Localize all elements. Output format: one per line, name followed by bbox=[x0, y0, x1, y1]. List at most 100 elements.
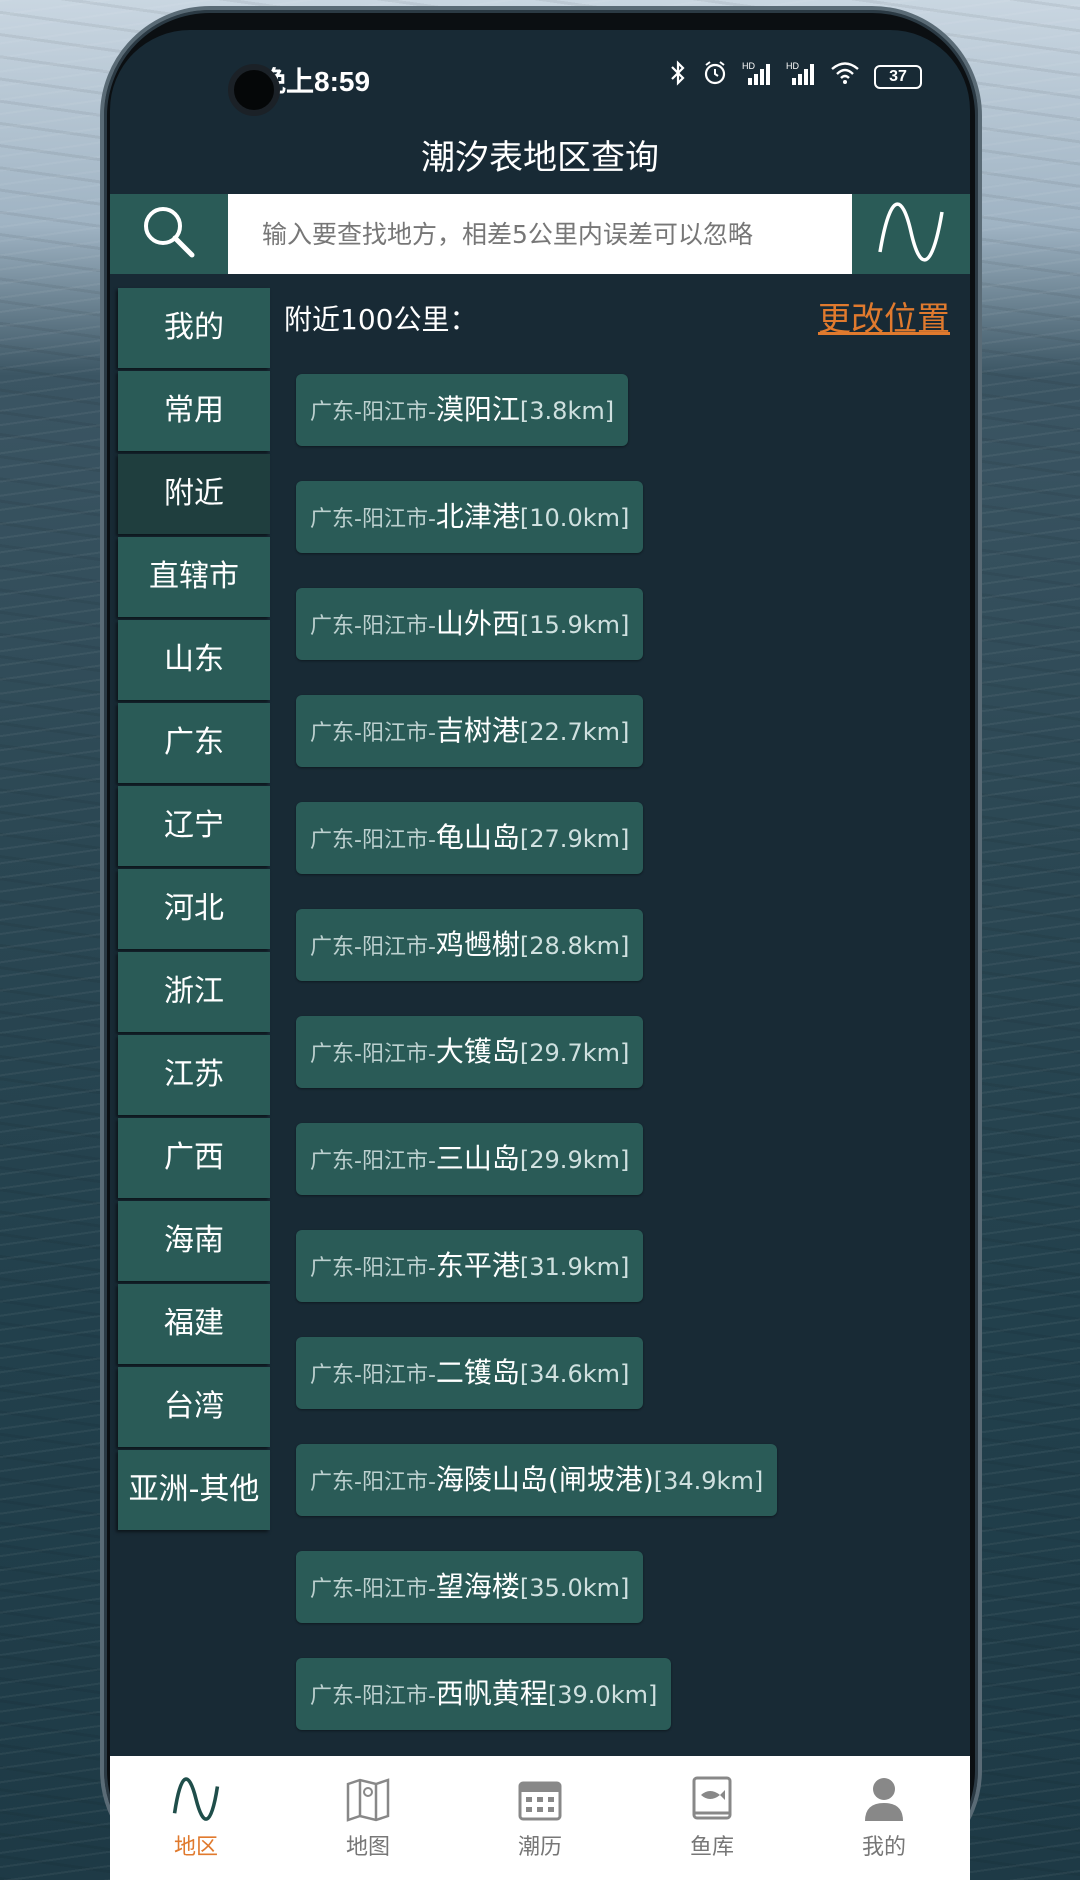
location-prefix: 广东-阳江市- bbox=[310, 721, 436, 746]
location-prefix: 广东-阳江市- bbox=[310, 1149, 436, 1174]
tide-wave-button[interactable] bbox=[852, 194, 970, 274]
location-item[interactable]: 广东-阳江市-鸡乸榭[28.8km] bbox=[296, 909, 644, 981]
search-button[interactable] bbox=[110, 194, 228, 274]
location-name: 鸡乸榭 bbox=[435, 928, 520, 961]
nav-tab-map[interactable]: 地图 bbox=[282, 1756, 454, 1880]
sidebar-item-hebei[interactable]: 河北 bbox=[118, 869, 270, 949]
fish-book-icon bbox=[687, 1775, 737, 1823]
location-distance: [27.9km] bbox=[519, 825, 630, 853]
location-item[interactable]: 广东-阳江市-东平港[31.9km] bbox=[296, 1230, 644, 1302]
location-distance: [39.0km] bbox=[547, 1681, 658, 1709]
sidebar-item-taiwan[interactable]: 台湾 bbox=[118, 1367, 270, 1447]
nav-tab-tide-calendar[interactable]: 潮历 bbox=[454, 1756, 626, 1880]
location-distance: [10.0km] bbox=[519, 504, 630, 532]
change-location-link[interactable]: 更改位置 bbox=[818, 292, 950, 340]
sidebar-item-zhejiang[interactable]: 浙江 bbox=[118, 952, 270, 1032]
search-icon bbox=[138, 201, 200, 267]
location-prefix: 广东-阳江市- bbox=[310, 1256, 436, 1281]
search-bar bbox=[110, 194, 970, 274]
region-sidebar: 我的 常用 附近 直辖市 山东 广东 辽宁 河北 浙江 江苏 广西 海南 福建 … bbox=[118, 288, 270, 1533]
bottom-navigation: 地区 地图 潮历 鱼库 我的 bbox=[110, 1756, 970, 1880]
nav-tab-region[interactable]: 地区 bbox=[110, 1756, 282, 1880]
app-screen: 晚上8:59 HD HD 37 潮汐表地区查询 输入要查找地方，相差5公里内误差… bbox=[110, 30, 970, 1880]
location-prefix: 广东-阳江市- bbox=[310, 935, 436, 960]
location-distance: [29.9km] bbox=[519, 1146, 630, 1174]
location-prefix: 广东-阳江市- bbox=[310, 828, 436, 853]
nav-label-fish-library: 鱼库 bbox=[689, 1835, 734, 1860]
status-icons: HD HD 37 bbox=[668, 60, 922, 93]
wave-icon bbox=[171, 1775, 221, 1823]
nav-label-tide-calendar: 潮历 bbox=[517, 1835, 562, 1860]
location-distance: [34.6km] bbox=[519, 1360, 630, 1388]
location-prefix: 广东-阳江市- bbox=[310, 1470, 436, 1495]
location-distance: [3.8km] bbox=[519, 397, 615, 425]
sidebar-item-guangdong[interactable]: 广东 bbox=[118, 703, 270, 783]
battery-icon: 37 bbox=[874, 64, 922, 89]
location-name: 大镬岛 bbox=[435, 1035, 520, 1068]
nav-label-mine: 我的 bbox=[861, 1835, 906, 1860]
wifi-icon bbox=[830, 61, 860, 92]
nav-label-map: 地图 bbox=[345, 1835, 390, 1860]
sidebar-item-jiangsu[interactable]: 江苏 bbox=[118, 1035, 270, 1115]
sidebar-item-shandong[interactable]: 山东 bbox=[118, 620, 270, 700]
location-item[interactable]: 广东-阳江市-西帆黄程[39.0km] bbox=[296, 1658, 672, 1730]
location-item[interactable]: 广东-阳江市-漠阳江[3.8km] bbox=[296, 374, 629, 446]
map-icon bbox=[343, 1775, 393, 1823]
location-item[interactable]: 广东-阳江市-海陵山岛(闸坡港)[34.9km] bbox=[296, 1444, 778, 1516]
location-distance: [29.7km] bbox=[519, 1039, 630, 1067]
user-icon bbox=[859, 1775, 909, 1823]
page-title: 潮汐表地区查询 bbox=[421, 138, 659, 178]
sidebar-item-common[interactable]: 常用 bbox=[118, 371, 270, 451]
location-prefix: 广东-阳江市- bbox=[310, 1577, 436, 1602]
location-distance: [35.0km] bbox=[519, 1574, 630, 1602]
location-distance: [34.9km] bbox=[653, 1467, 764, 1495]
bluetooth-icon bbox=[668, 60, 688, 93]
location-item[interactable]: 广东-阳江市-山外西[15.9km] bbox=[296, 588, 644, 660]
nav-label-region: 地区 bbox=[173, 1835, 218, 1860]
sidebar-item-hainan[interactable]: 海南 bbox=[118, 1201, 270, 1281]
location-name: 海陵山岛(闸坡港) bbox=[435, 1463, 654, 1496]
location-item[interactable]: 广东-阳江市-二镬岛[34.6km] bbox=[296, 1337, 644, 1409]
location-prefix: 广东-阳江市- bbox=[310, 1363, 436, 1388]
location-item[interactable]: 广东-阳江市-大镬岛[29.7km] bbox=[296, 1016, 644, 1088]
sidebar-item-nearby[interactable]: 附近 bbox=[118, 454, 270, 534]
signal-icon-2: HD bbox=[786, 60, 816, 93]
sidebar-item-liaoning[interactable]: 辽宁 bbox=[118, 786, 270, 866]
location-prefix: 广东-阳江市- bbox=[310, 1684, 436, 1709]
location-name: 龟山岛 bbox=[435, 821, 520, 854]
hd-label-2: HD bbox=[786, 61, 799, 71]
location-name: 二镬岛 bbox=[435, 1356, 520, 1389]
location-distance: [31.9km] bbox=[519, 1253, 630, 1281]
hd-label-1: HD bbox=[742, 61, 755, 71]
nav-tab-fish-library[interactable]: 鱼库 bbox=[626, 1756, 798, 1880]
sidebar-item-mine[interactable]: 我的 bbox=[118, 288, 270, 368]
location-prefix: 广东-阳江市- bbox=[310, 507, 436, 532]
location-item[interactable]: 广东-阳江市-三山岛[29.9km] bbox=[296, 1123, 644, 1195]
location-name: 望海楼 bbox=[435, 1570, 520, 1603]
sidebar-item-fujian[interactable]: 福建 bbox=[118, 1284, 270, 1364]
sidebar-item-asia-other[interactable]: 亚洲-其他 bbox=[118, 1450, 270, 1530]
sidebar-item-guangxi[interactable]: 广西 bbox=[118, 1118, 270, 1198]
location-item[interactable]: 广东-阳江市-北津港[10.0km] bbox=[296, 481, 644, 553]
location-name: 西帆黄程 bbox=[435, 1677, 548, 1710]
location-distance: [15.9km] bbox=[519, 611, 630, 639]
location-name: 山外西 bbox=[435, 607, 520, 640]
location-prefix: 广东-阳江市- bbox=[310, 614, 436, 639]
nav-tab-mine[interactable]: 我的 bbox=[798, 1756, 970, 1880]
nearby-range-label: 附近100公里： bbox=[284, 303, 478, 336]
location-prefix: 广东-阳江市- bbox=[310, 400, 436, 425]
calendar-icon bbox=[515, 1775, 565, 1823]
location-name: 漠阳江 bbox=[435, 393, 520, 426]
sidebar-item-municipality[interactable]: 直辖市 bbox=[118, 537, 270, 617]
location-name: 北津港 bbox=[435, 500, 520, 533]
search-input[interactable] bbox=[228, 194, 852, 274]
signal-icon-1: HD bbox=[742, 60, 772, 93]
location-name: 三山岛 bbox=[435, 1142, 520, 1175]
location-item[interactable]: 广东-阳江市-吉树港[22.7km] bbox=[296, 695, 644, 767]
location-item[interactable]: 广东-阳江市-望海楼[35.0km] bbox=[296, 1551, 644, 1623]
location-item[interactable]: 广东-阳江市-龟山岛[27.9km] bbox=[296, 802, 644, 874]
front-camera bbox=[228, 64, 280, 116]
alarm-icon bbox=[702, 60, 728, 93]
location-distance: [28.8km] bbox=[519, 932, 630, 960]
location-name: 吉树港 bbox=[435, 714, 520, 747]
